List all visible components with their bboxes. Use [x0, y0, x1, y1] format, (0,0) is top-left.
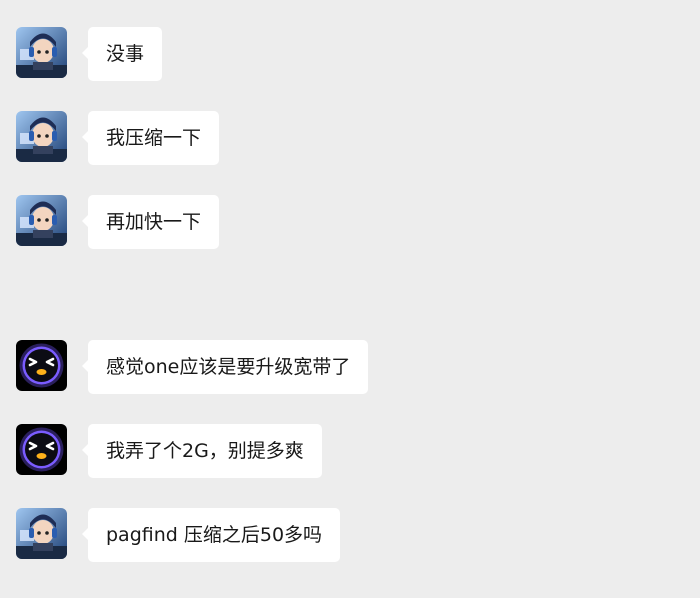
gamer-avatar-icon[interactable] — [16, 111, 67, 162]
message-bubble[interactable]: pagfind 压缩之后50多吗 — [81, 508, 341, 562]
gamer-avatar-icon[interactable] — [16, 27, 67, 78]
gamer-avatar-icon[interactable] — [16, 195, 67, 246]
message-bubble[interactable]: 我压缩一下 — [81, 111, 220, 165]
message-bubble[interactable]: 再加快一下 — [81, 195, 220, 249]
gamer-avatar-icon[interactable] — [16, 508, 67, 559]
message-bubble[interactable]: 感觉one应该是要升级宽带了 — [81, 340, 369, 394]
robot-avatar-icon[interactable] — [16, 424, 67, 475]
message-bubble[interactable]: 没事 — [81, 27, 163, 81]
message-bubble[interactable]: 我弄了个2G，别提多爽 — [82, 424, 322, 478]
robot-avatar-icon[interactable] — [16, 340, 67, 391]
